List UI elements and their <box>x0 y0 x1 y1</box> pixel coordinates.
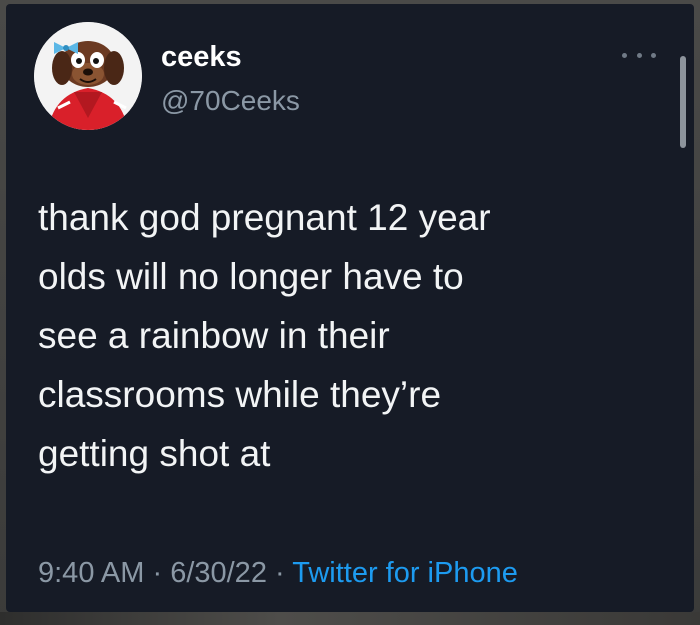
tweet-source-link[interactable]: Twitter for iPhone <box>292 557 518 589</box>
cartoon-dog-avatar-icon <box>34 22 142 130</box>
display-name[interactable]: ceeks <box>161 40 242 74</box>
background-strip <box>0 612 700 625</box>
tweet-time[interactable]: 9:40 AM <box>38 557 144 589</box>
more-options-icon[interactable] <box>622 46 656 64</box>
tweet-meta: 9:40 AM · 6/30/22 · Twitter for iPhone <box>38 555 518 591</box>
avatar[interactable] <box>34 22 142 130</box>
meta-separator: · <box>144 557 171 589</box>
tweet-date[interactable]: 6/30/22 <box>170 557 267 589</box>
tweet-text: thank god pregnant 12 year olds will no … <box>38 197 491 474</box>
scrollbar[interactable] <box>680 56 686 148</box>
user-handle[interactable]: @70Ceeks <box>161 84 300 118</box>
meta-separator-2: · <box>266 557 293 589</box>
